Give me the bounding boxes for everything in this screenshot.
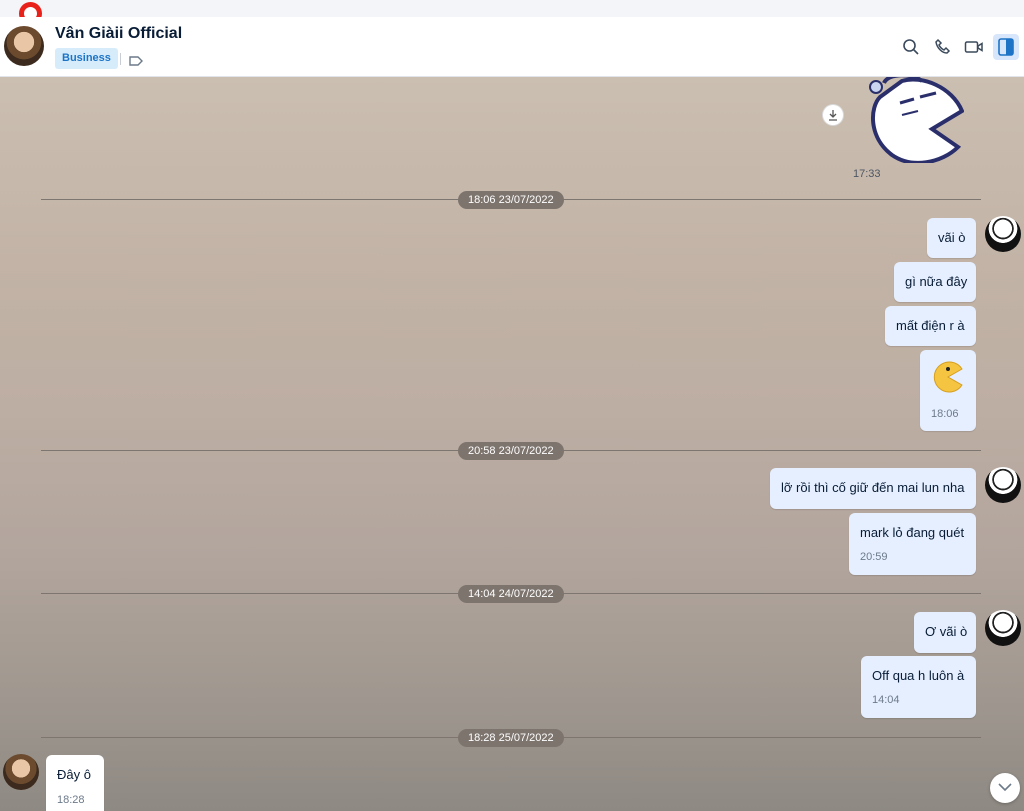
message-text: mark lỏ đang quét [860,525,965,540]
sticker-time: 17:33 [853,168,881,180]
pacman-emoji-icon [931,360,965,397]
business-badge: Business [55,48,118,69]
my-avatar[interactable] [985,467,1021,503]
chevron-down-icon [998,779,1012,797]
contact-name[interactable]: Vân Giàii Official [55,25,182,43]
sidebar-toggle-icon[interactable] [993,34,1019,60]
message-text: Off qua h luôn à [872,668,965,683]
phone-icon[interactable] [932,36,954,58]
date-pill: 14:04 24/07/2022 [458,585,564,603]
message-time: 14:04 [872,694,900,706]
message-bubble[interactable]: 18:06 [920,350,976,431]
message-bubble[interactable]: Ơ vãi ò [914,612,976,653]
header-separator [120,53,121,65]
message-area[interactable]: 17:33 18:06 23/07/2022 vãi ò gì nữa đây … [0,77,1024,811]
message-text: mất điện r à [896,318,965,333]
date-pill: 18:06 23/07/2022 [458,191,564,209]
message-bubble[interactable]: vãi ò [927,218,976,258]
scroll-to-bottom-button[interactable] [990,773,1020,803]
contact-avatar-small[interactable] [3,754,39,790]
message-text: vãi ò [938,230,966,245]
message-bubble[interactable]: Đây ô 18:28 [46,755,104,811]
sticker-image[interactable] [862,77,965,165]
search-icon[interactable] [900,36,922,58]
date-pill: 20:58 23/07/2022 [458,442,564,460]
chat-header: Vân Giàii Official Business [0,17,1024,77]
date-pill: 18:28 25/07/2022 [458,729,564,747]
contact-avatar[interactable] [4,26,44,66]
download-icon[interactable] [823,105,843,125]
label-tag-icon[interactable] [128,54,144,72]
message-time: 18:28 [57,794,85,806]
my-avatar[interactable] [985,216,1021,252]
message-text: lỡ rồi thì cố giữ đến mai lun nha [781,480,965,495]
message-time: 20:59 [860,551,888,563]
window-top-strip [0,0,1024,17]
message-bubble[interactable]: Off qua h luôn à 14:04 [861,656,976,718]
message-text: Ơ vãi ò [925,624,968,639]
message-bubble[interactable]: lỡ rồi thì cố giữ đến mai lun nha [770,468,976,509]
message-time: 18:06 [931,408,959,420]
message-bubble[interactable]: gì nữa đây [894,262,976,302]
message-text: Đây ô [57,767,91,782]
message-text: gì nữa đây [905,274,968,289]
my-avatar[interactable] [985,610,1021,646]
message-bubble[interactable]: mất điện r à [885,306,976,346]
message-bubble[interactable]: mark lỏ đang quét 20:59 [849,513,976,575]
video-icon[interactable] [963,36,985,58]
